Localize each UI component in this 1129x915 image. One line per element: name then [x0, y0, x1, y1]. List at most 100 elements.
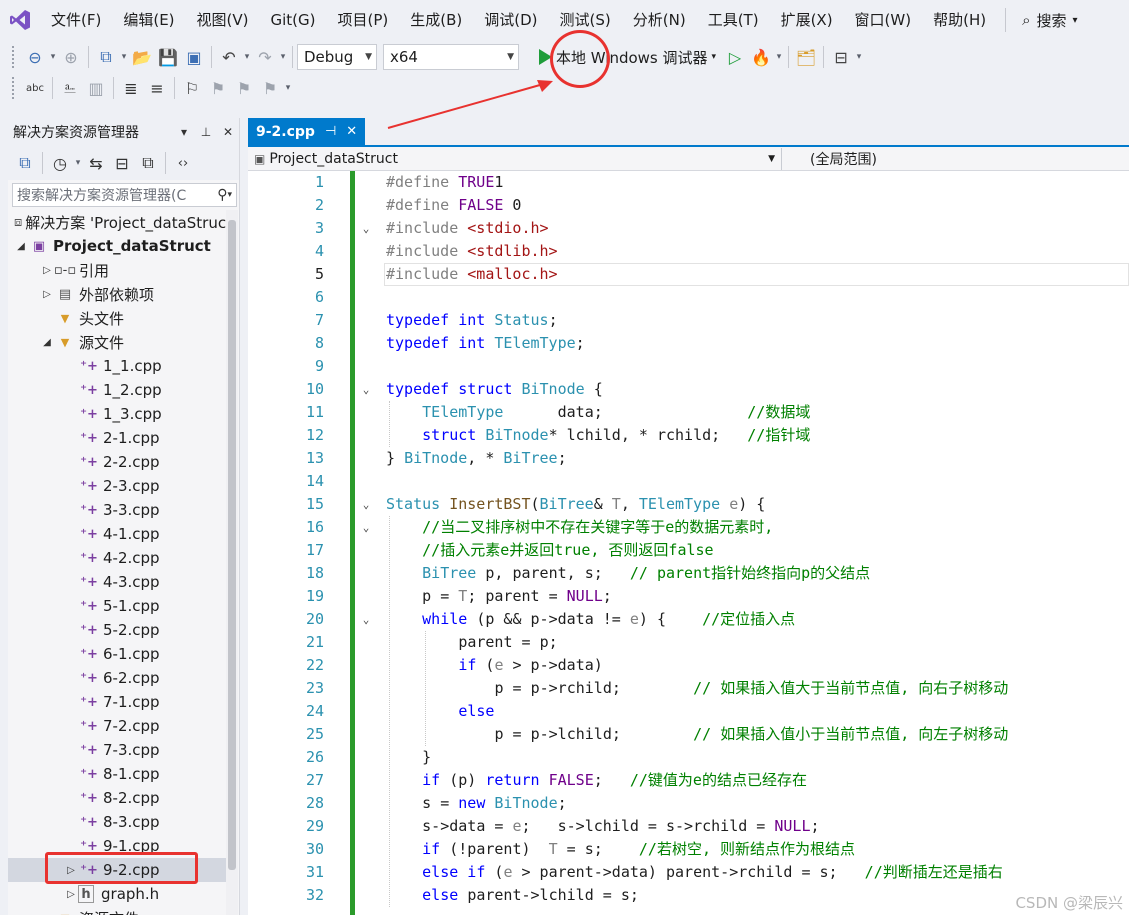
close-icon[interactable]: ✕ — [217, 125, 239, 139]
window-position-icon[interactable]: ▾ — [173, 125, 195, 139]
clear-bookmarks-icon[interactable]: ⚑ — [257, 76, 283, 100]
chevron-down-icon[interactable]: ▾ — [119, 52, 129, 62]
menu-item[interactable]: 工具(T) — [697, 0, 770, 40]
spell-check-icon[interactable]: abc — [22, 76, 48, 100]
tab-9-2-cpp[interactable]: 9-2.cpp ⊣ ✕ — [248, 118, 366, 145]
menu-item[interactable]: 视图(V) — [186, 0, 260, 40]
show-all-files-icon[interactable]: ⧉ — [135, 151, 161, 175]
switch-views-icon[interactable]: ⧉ — [12, 151, 38, 175]
fold-toggle-icon[interactable]: ⌄ — [359, 493, 373, 516]
quick-info-icon[interactable]: ⎁ — [57, 76, 83, 100]
tree-item[interactable]: ▼资源文件 — [8, 906, 226, 915]
menu-item[interactable]: 窗口(W) — [844, 0, 923, 40]
menu-item[interactable]: Git(G) — [260, 0, 327, 40]
navigate-forward-icon[interactable]: ⊕ — [58, 45, 84, 69]
redo-icon[interactable]: ↷ — [252, 45, 278, 69]
tree-item[interactable]: ⁺+ 8-2.cpp — [8, 786, 226, 810]
toolbar-overflow-icon[interactable]: ▾ — [854, 52, 864, 62]
close-tab-icon[interactable]: ✕ — [346, 124, 357, 139]
chevron-down-icon[interactable]: ▾ — [278, 52, 288, 62]
chevron-down-icon[interactable]: ▾ — [73, 158, 83, 168]
tree-item[interactable]: ⁺+ 4-1.cpp — [8, 522, 226, 546]
collapse-all-icon[interactable]: ⊟ — [109, 151, 135, 175]
menu-item[interactable]: 生成(B) — [399, 0, 473, 40]
tree-item[interactable]: ⁺+ 2-2.cpp — [8, 450, 226, 474]
solution-platform-select[interactable]: x64 ▼ — [383, 44, 519, 70]
start-without-debugging-icon[interactable]: ▷ — [722, 45, 748, 69]
code-area[interactable]: 1 #define TRUE1 2 #define FALSE 0 3 ⌄ #include… — [248, 171, 1129, 915]
pin-tab-icon[interactable]: ⊣ — [325, 124, 336, 139]
new-project-icon[interactable]: ⧉ — [93, 45, 119, 69]
menu-item[interactable]: 分析(N) — [622, 0, 697, 40]
next-bookmark-icon[interactable]: ⚑ — [231, 76, 257, 100]
tree-item[interactable]: ⁺+ 8-3.cpp — [8, 810, 226, 834]
tree-item[interactable]: ⁺+ 1_3.cpp — [8, 402, 226, 426]
chevron-down-icon[interactable]: ▾ — [774, 52, 784, 62]
pending-changes-filter-icon[interactable]: ◷ — [47, 151, 73, 175]
comment-lines-icon[interactable]: ≣ — [118, 76, 144, 100]
tree-item[interactable]: ⁺+ 3-3.cpp — [8, 498, 226, 522]
tree-item[interactable]: ▷ h graph.h — [8, 882, 226, 906]
expand-arrow-icon[interactable]: ◢ — [40, 337, 54, 348]
open-file-icon[interactable]: 📂 — [129, 45, 155, 69]
tree-item[interactable]: ⁺+ 1_2.cpp — [8, 378, 226, 402]
project-scope-select[interactable]: ▣ Project_dataStruct ▼ — [248, 147, 782, 170]
find-in-files-icon[interactable]: 🗂 — [793, 45, 819, 69]
expand-arrow-icon[interactable]: ▷ — [40, 289, 54, 300]
fold-toggle-icon[interactable]: ⌄ — [359, 516, 373, 539]
tree-item[interactable]: ⁺+ 6-1.cpp — [8, 642, 226, 666]
tree-item[interactable]: ▷ ▫-▫ 引用 — [8, 258, 226, 282]
solution-search-input[interactable]: 搜索解决方案资源管理器(C ⚲ ▾ — [12, 183, 237, 207]
fold-toggle-icon[interactable]: ⌄ — [359, 217, 373, 240]
tree-item[interactable]: ⁺+ 1_1.cpp — [8, 354, 226, 378]
menu-item[interactable]: 文件(F) — [40, 0, 112, 40]
tree-item[interactable]: ◢ ▣ Project_dataStruct — [8, 234, 226, 258]
navigate-back-icon[interactable]: ⊖ — [22, 45, 48, 69]
tree-item[interactable]: ⁺+ 6-2.cpp — [8, 666, 226, 690]
tree-item[interactable]: ⁺+ 7-3.cpp — [8, 738, 226, 762]
tree-item[interactable]: ⁺+ 8-1.cpp — [8, 762, 226, 786]
chevron-down-icon[interactable]: ▾ — [48, 52, 58, 62]
menu-item[interactable]: 扩展(X) — [770, 0, 844, 40]
search-box[interactable]: ⌕ 搜索 ▾ — [1014, 10, 1085, 31]
tree-item[interactable]: ◢ ▼ 源文件 — [8, 330, 226, 354]
tree-item[interactable]: ⁺+ 2-3.cpp — [8, 474, 226, 498]
toolbar-overflow-icon[interactable]: ▾ — [283, 83, 293, 93]
save-icon[interactable]: 💾 — [155, 45, 181, 69]
tree-item[interactable]: ▷ ▤ 外部依赖项 — [8, 282, 226, 306]
tree-item[interactable]: ▼ 头文件 — [8, 306, 226, 330]
fold-toggle-icon[interactable]: ⌄ — [359, 378, 373, 401]
expand-arrow-icon[interactable]: ▷ — [40, 265, 54, 276]
view-code-icon[interactable]: ‹› — [170, 151, 196, 175]
uncomment-lines-icon[interactable]: ≡ — [144, 76, 170, 100]
visual-studio-logo-icon[interactable] — [0, 0, 40, 40]
tree-item[interactable]: ⁺+ 4-2.cpp — [8, 546, 226, 570]
toolbar-grip[interactable] — [12, 46, 22, 68]
pin-icon[interactable]: ⊥ — [195, 125, 217, 139]
scrollbar-thumb[interactable] — [228, 220, 236, 870]
window-layout-icon[interactable]: ⊟ — [828, 45, 854, 69]
bookmark-icon[interactable]: ⚐ — [179, 76, 205, 100]
expand-arrow-icon[interactable]: ◢ — [14, 241, 28, 252]
menu-item[interactable]: 帮助(H) — [922, 0, 997, 40]
tree-item[interactable]: ⁺+ 4-3.cpp — [8, 570, 226, 594]
tree-item[interactable]: ⁺+ 7-1.cpp — [8, 690, 226, 714]
tree-scrollbar[interactable] — [226, 210, 238, 915]
toolbar-grip[interactable] — [12, 77, 22, 99]
previous-bookmark-icon[interactable]: ⚑ — [205, 76, 231, 100]
menu-item[interactable]: 项目(P) — [327, 0, 400, 40]
tree-item[interactable]: ⧈ 解决方案 'Project_dataStruct' — [8, 210, 236, 234]
save-all-icon[interactable]: ▣ — [181, 45, 207, 69]
menu-item[interactable]: 调试(D) — [473, 0, 548, 40]
member-scope-select[interactable]: (全局范围) — [782, 148, 1129, 170]
menu-item[interactable]: 编辑(E) — [112, 0, 185, 40]
tree-item[interactable]: ⁺+ 5-1.cpp — [8, 594, 226, 618]
hot-reload-icon[interactable]: 🔥 — [748, 45, 774, 69]
parameter-info-icon[interactable]: ▥ — [83, 76, 109, 100]
tree-item[interactable]: ⁺+ 2-1.cpp — [8, 426, 226, 450]
solution-configuration-select[interactable]: Debug ▼ — [297, 44, 377, 70]
sync-with-document-icon[interactable]: ⇆ — [83, 151, 109, 175]
chevron-down-icon[interactable]: ▾ — [242, 52, 252, 62]
tree-item[interactable]: ⁺+ 7-2.cpp — [8, 714, 226, 738]
expand-arrow-icon[interactable]: ▷ — [64, 889, 78, 900]
